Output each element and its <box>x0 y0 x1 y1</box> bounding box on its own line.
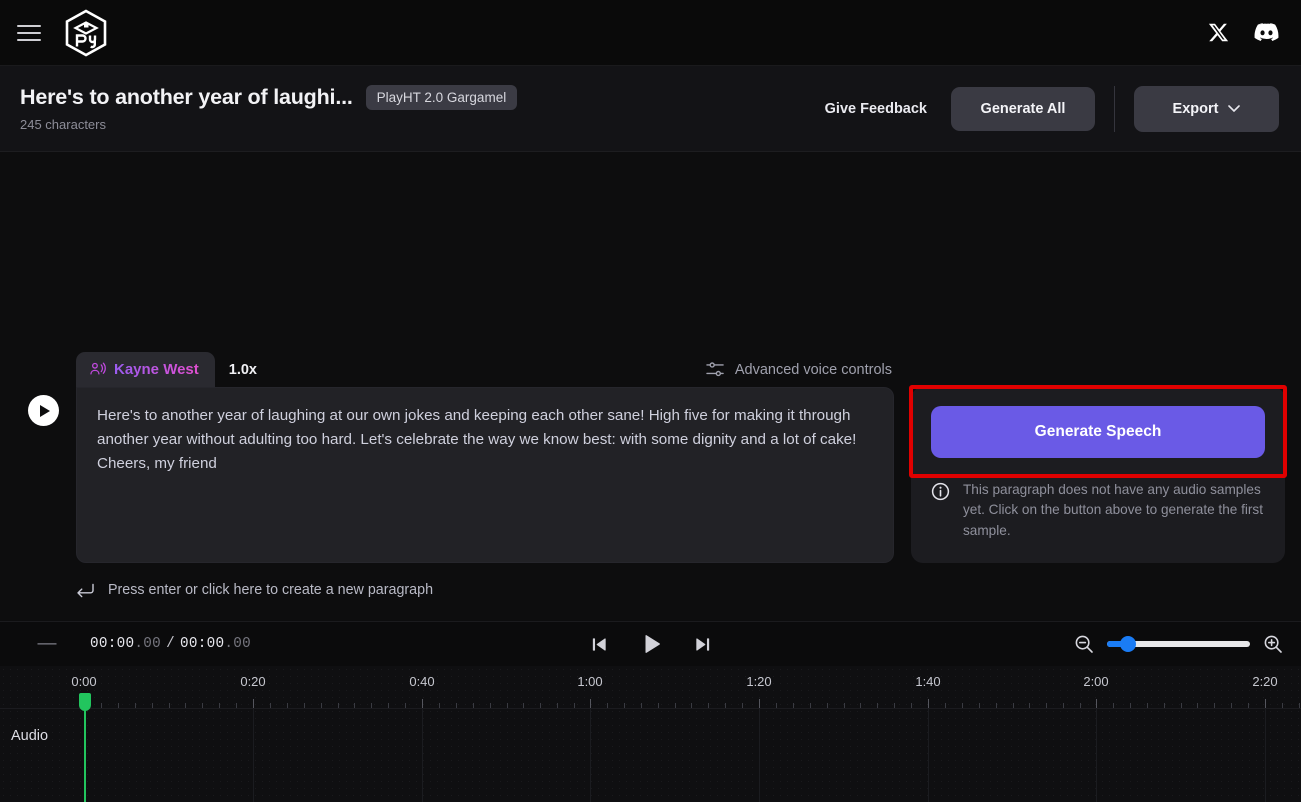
voice-selector-tab[interactable]: Kayne West <box>76 352 215 387</box>
timeline-grid-line <box>1265 709 1266 802</box>
enter-return-icon <box>76 583 95 598</box>
zoom-in-icon[interactable] <box>1263 634 1283 654</box>
generate-speech-button[interactable]: Generate Speech <box>931 406 1265 458</box>
social-links <box>1205 20 1279 46</box>
timeline-tick-label: 0:40 <box>409 674 434 689</box>
timeline-grid-line <box>422 709 423 802</box>
total-centiseconds: .00 <box>224 636 251 652</box>
hamburger-bar <box>17 25 41 27</box>
timeline-major-tick <box>928 699 929 708</box>
header-divider <box>1114 86 1115 132</box>
voice-name-label: Kayne West <box>114 361 199 378</box>
chevron-down-icon <box>1228 105 1240 112</box>
export-label: Export <box>1173 101 1219 117</box>
hamburger-bar <box>17 32 41 34</box>
timeline-tick-label: 0:20 <box>240 674 265 689</box>
hamburger-menu-icon[interactable] <box>14 18 44 48</box>
timeline-tick-label: 2:00 <box>1083 674 1108 689</box>
play-button[interactable] <box>640 633 662 655</box>
playht-logo[interactable] <box>62 9 110 57</box>
paragraph-block: Kayne West 1.0x Advanced voice controls … <box>76 352 894 598</box>
sliders-icon <box>706 361 725 378</box>
track-label-audio: Audio <box>11 728 48 744</box>
no-audio-note: This paragraph does not have any audio s… <box>931 480 1265 541</box>
new-paragraph-label: Press enter or click here to create a ne… <box>108 582 433 598</box>
paragraph-text-input[interactable]: Here's to another year of laughing at ou… <box>76 387 894 563</box>
paragraph-toolbar: Kayne West 1.0x Advanced voice controls <box>76 352 894 387</box>
hamburger-bar <box>17 39 41 41</box>
title-row: Here's to another year of laughi... Play… <box>20 85 517 110</box>
voice-speaker-icon <box>89 361 106 378</box>
skip-back-icon[interactable] <box>590 635 609 654</box>
timeline-major-tick <box>253 699 254 708</box>
timeline-major-tick <box>422 699 423 708</box>
current-centiseconds: .00 <box>134 636 161 652</box>
top-navigation-bar <box>0 0 1301 66</box>
play-icon <box>40 405 50 417</box>
timeline-tick-label: 2:20 <box>1252 674 1277 689</box>
timeline-grid-line <box>1096 709 1097 802</box>
page-title[interactable]: Here's to another year of laughi... <box>20 85 353 110</box>
zoom-slider[interactable] <box>1107 641 1250 647</box>
document-header: Here's to another year of laughi... Play… <box>0 66 1301 152</box>
minus-icon[interactable]: — <box>36 633 58 655</box>
header-actions: Give Feedback Generate All Export <box>809 86 1279 132</box>
playht-studio-window: Here's to another year of laughi... Play… <box>0 0 1301 802</box>
timeline-grid-line <box>590 709 591 802</box>
zoom-controls <box>1074 634 1283 654</box>
give-feedback-button[interactable]: Give Feedback <box>809 91 943 127</box>
advanced-voice-controls-button[interactable]: Advanced voice controls <box>706 361 894 378</box>
transport-bar: — 00:00.00/00:00.00 <box>0 621 1301 666</box>
timecode-display: 00:00.00/00:00.00 <box>90 636 251 652</box>
skip-forward-icon[interactable] <box>693 635 712 654</box>
timeline-major-tick <box>1096 699 1097 708</box>
no-audio-note-text: This paragraph does not have any audio s… <box>963 480 1265 541</box>
playhead-handle[interactable] <box>79 693 91 711</box>
advanced-voice-controls-label: Advanced voice controls <box>735 362 892 378</box>
generate-speech-panel: Generate Speech This paragraph does not … <box>911 387 1285 563</box>
timeline-tick-label: 1:40 <box>915 674 940 689</box>
total-time: 00:00 <box>180 636 224 652</box>
timeline-grid-line <box>928 709 929 802</box>
document-info: Here's to another year of laughi... Play… <box>20 85 517 132</box>
timeline-grid-line <box>759 709 760 802</box>
export-button[interactable]: Export <box>1134 86 1279 132</box>
timeline-tick-label: 1:00 <box>577 674 602 689</box>
info-circle-icon <box>931 482 950 501</box>
timecode-separator: / <box>166 636 175 652</box>
timeline-tracks[interactable]: Audio <box>0 708 1301 802</box>
timeline-ruler[interactable]: 0:00 0:20 0:40 1:00 1:20 1:40 2:00 2:20 <box>0 666 1301 708</box>
timeline-tick-label: 1:20 <box>746 674 771 689</box>
zoom-out-icon[interactable] <box>1074 634 1094 654</box>
new-paragraph-button[interactable]: Press enter or click here to create a ne… <box>76 582 894 598</box>
discord-icon[interactable] <box>1253 20 1279 46</box>
paragraph-play-button[interactable] <box>28 395 59 426</box>
x-twitter-icon[interactable] <box>1205 20 1231 46</box>
timeline-tick-label: 0:00 <box>71 674 96 689</box>
timeline-major-tick <box>590 699 591 708</box>
timeline-major-tick <box>759 699 760 708</box>
timeline-panel[interactable]: 0:00 0:20 0:40 1:00 1:20 1:40 2:00 2:20 Audio <box>0 666 1301 802</box>
timeline-grid-line <box>253 709 254 802</box>
zoom-slider-handle[interactable] <box>1120 636 1136 652</box>
character-count: 245 characters <box>20 117 517 132</box>
voice-model-chip[interactable]: PlayHT 2.0 Gargamel <box>366 85 518 110</box>
playback-speed-control[interactable]: 1.0x <box>215 362 271 378</box>
current-time: 00:00 <box>90 636 134 652</box>
timeline-major-tick <box>1265 699 1266 708</box>
generate-all-button[interactable]: Generate All <box>951 87 1095 131</box>
timeline-playhead[interactable] <box>84 693 86 802</box>
